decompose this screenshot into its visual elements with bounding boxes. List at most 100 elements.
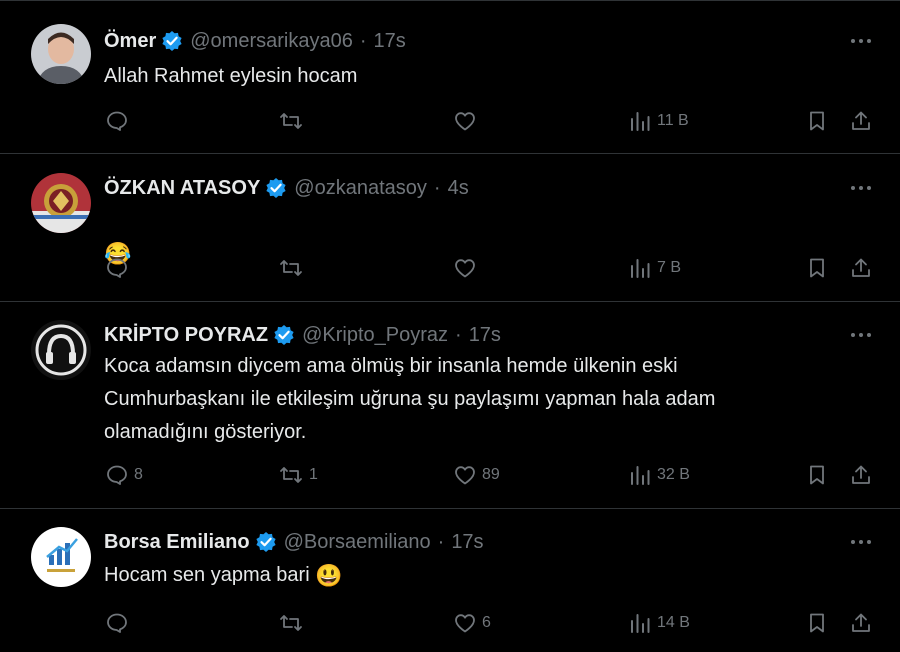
share-icon	[852, 111, 870, 130]
post-item[interactable]: ÖZKAN ATASOY @ozkanatasoy · 4s 😂 7 B	[0, 154, 900, 302]
views-button[interactable]: 32 B	[628, 460, 690, 490]
more-options-icon[interactable]	[847, 325, 875, 345]
like-button[interactable]: 89	[453, 460, 500, 490]
separator-dot: ·	[433, 176, 441, 199]
like-count: 89	[482, 466, 500, 483]
post-text-content: Koca adamsın diycem ama ölmüş bir insanl…	[104, 355, 716, 443]
reply-icon	[107, 111, 127, 131]
headphones-logo-icon	[31, 320, 91, 380]
reply-button[interactable]	[105, 106, 134, 136]
action-bar: 8 1 89 32 B	[0, 460, 900, 490]
reply-feed: Ömer @omersarikaya06 · 17s Allah Rahmet …	[0, 0, 900, 652]
bookmark-icon	[810, 111, 824, 131]
post-timestamp[interactable]: 4s	[448, 177, 469, 200]
share-icon	[852, 258, 870, 277]
avatar[interactable]	[31, 24, 91, 84]
author-name[interactable]: KRİPTO POYRAZ	[104, 324, 268, 347]
views-button[interactable]: 14 B	[628, 608, 690, 638]
bookmark-icon	[810, 258, 824, 278]
portrait-photo-icon	[31, 24, 91, 84]
views-button[interactable]: 7 B	[628, 253, 681, 283]
separator-dot: ·	[455, 323, 462, 346]
repost-button[interactable]: 1	[278, 460, 318, 490]
bookmark-button[interactable]	[805, 253, 829, 283]
verified-badge-icon	[256, 532, 276, 552]
author-handle[interactable]: @omersarikaya06	[190, 30, 353, 53]
reply-button[interactable]	[105, 608, 134, 638]
verified-badge-icon	[266, 178, 286, 198]
views-chart-icon	[631, 466, 650, 485]
avatar[interactable]	[31, 173, 91, 233]
share-button[interactable]	[849, 253, 873, 283]
repost-button[interactable]	[278, 106, 309, 136]
avatar[interactable]	[31, 527, 91, 587]
bookmark-button[interactable]	[805, 608, 829, 638]
share-button[interactable]	[849, 106, 873, 136]
chart-logo-icon	[31, 527, 91, 587]
author-handle[interactable]: @Borsaemiliano	[284, 531, 431, 554]
bookmark-icon	[810, 465, 824, 485]
share-icon	[852, 465, 870, 484]
more-options-icon[interactable]	[847, 31, 875, 51]
verified-badge-icon	[162, 31, 182, 51]
action-bar: 7 B	[0, 253, 900, 283]
post-header: Ömer @omersarikaya06 · 17s	[104, 27, 406, 55]
like-button[interactable]	[453, 106, 482, 136]
post-timestamp[interactable]: 17s	[451, 531, 483, 554]
repost-icon	[280, 615, 302, 631]
action-bar: 11 B	[0, 106, 900, 136]
post-item[interactable]: Ömer @omersarikaya06 · 17s Allah Rahmet …	[0, 1, 900, 154]
views-chart-icon	[631, 112, 650, 131]
reply-count: 8	[134, 466, 143, 483]
post-text: Allah Rahmet eylesin hocam	[104, 60, 824, 93]
emblem-badge-icon	[31, 173, 91, 233]
post-text: Koca adamsın diycem ama ölmüş bir insanl…	[104, 350, 824, 449]
post-item[interactable]: KRİPTO POYRAZ @Kripto_Poyraz · 17s Koca …	[0, 302, 900, 509]
more-options-icon[interactable]	[847, 532, 875, 552]
views-count: 11 B	[657, 112, 689, 129]
bookmark-button[interactable]	[805, 460, 829, 490]
post-item[interactable]: Borsa Emiliano @Borsaemiliano · 17s Hoca…	[0, 509, 900, 652]
separator-dot: ·	[359, 29, 367, 52]
author-handle[interactable]: @Kripto_Poyraz	[302, 324, 448, 347]
post-timestamp[interactable]: 17s	[374, 30, 406, 53]
reply-button[interactable]	[105, 253, 134, 283]
verified-badge-icon	[274, 325, 294, 345]
views-count: 7 B	[657, 259, 682, 276]
reply-button[interactable]: 8	[105, 460, 143, 490]
views-count: 32 B	[657, 466, 690, 483]
share-icon	[852, 613, 870, 632]
bookmark-icon	[810, 613, 824, 633]
repost-icon	[280, 113, 302, 129]
repost-button[interactable]	[278, 608, 309, 638]
reply-icon	[107, 258, 127, 278]
views-button[interactable]: 11 B	[628, 106, 689, 136]
heart-icon	[455, 259, 475, 278]
separator-dot: ·	[437, 530, 445, 553]
post-text-content: Hocam sen yapma bari	[104, 564, 310, 586]
like-button[interactable]: 6	[453, 608, 491, 638]
bookmark-button[interactable]	[805, 106, 829, 136]
post-timestamp[interactable]: 17s	[469, 324, 501, 347]
reply-icon	[107, 613, 127, 633]
like-count: 6	[482, 614, 491, 631]
post-header: ÖZKAN ATASOY @ozkanatasoy · 4s	[104, 174, 469, 202]
share-button[interactable]	[849, 608, 873, 638]
heart-icon	[455, 614, 475, 633]
author-name[interactable]: Ömer	[104, 30, 156, 53]
avatar[interactable]	[31, 320, 91, 380]
post-text-content: Allah Rahmet eylesin hocam	[104, 65, 358, 87]
post-text: Hocam sen yapma bari 😃	[104, 559, 824, 592]
repost-count: 1	[309, 466, 318, 483]
author-name[interactable]: Borsa Emiliano	[104, 531, 250, 554]
share-button[interactable]	[849, 460, 873, 490]
like-button[interactable]	[453, 253, 482, 283]
emoji-grinning-face: 😃	[315, 563, 343, 589]
views-chart-icon	[631, 259, 650, 278]
post-header: KRİPTO POYRAZ @Kripto_Poyraz · 17s	[104, 321, 501, 349]
repost-icon	[280, 467, 302, 483]
repost-button[interactable]	[278, 253, 309, 283]
more-options-icon[interactable]	[847, 178, 875, 198]
author-handle[interactable]: @ozkanatasoy	[294, 177, 427, 200]
author-name[interactable]: ÖZKAN ATASOY	[104, 177, 260, 200]
